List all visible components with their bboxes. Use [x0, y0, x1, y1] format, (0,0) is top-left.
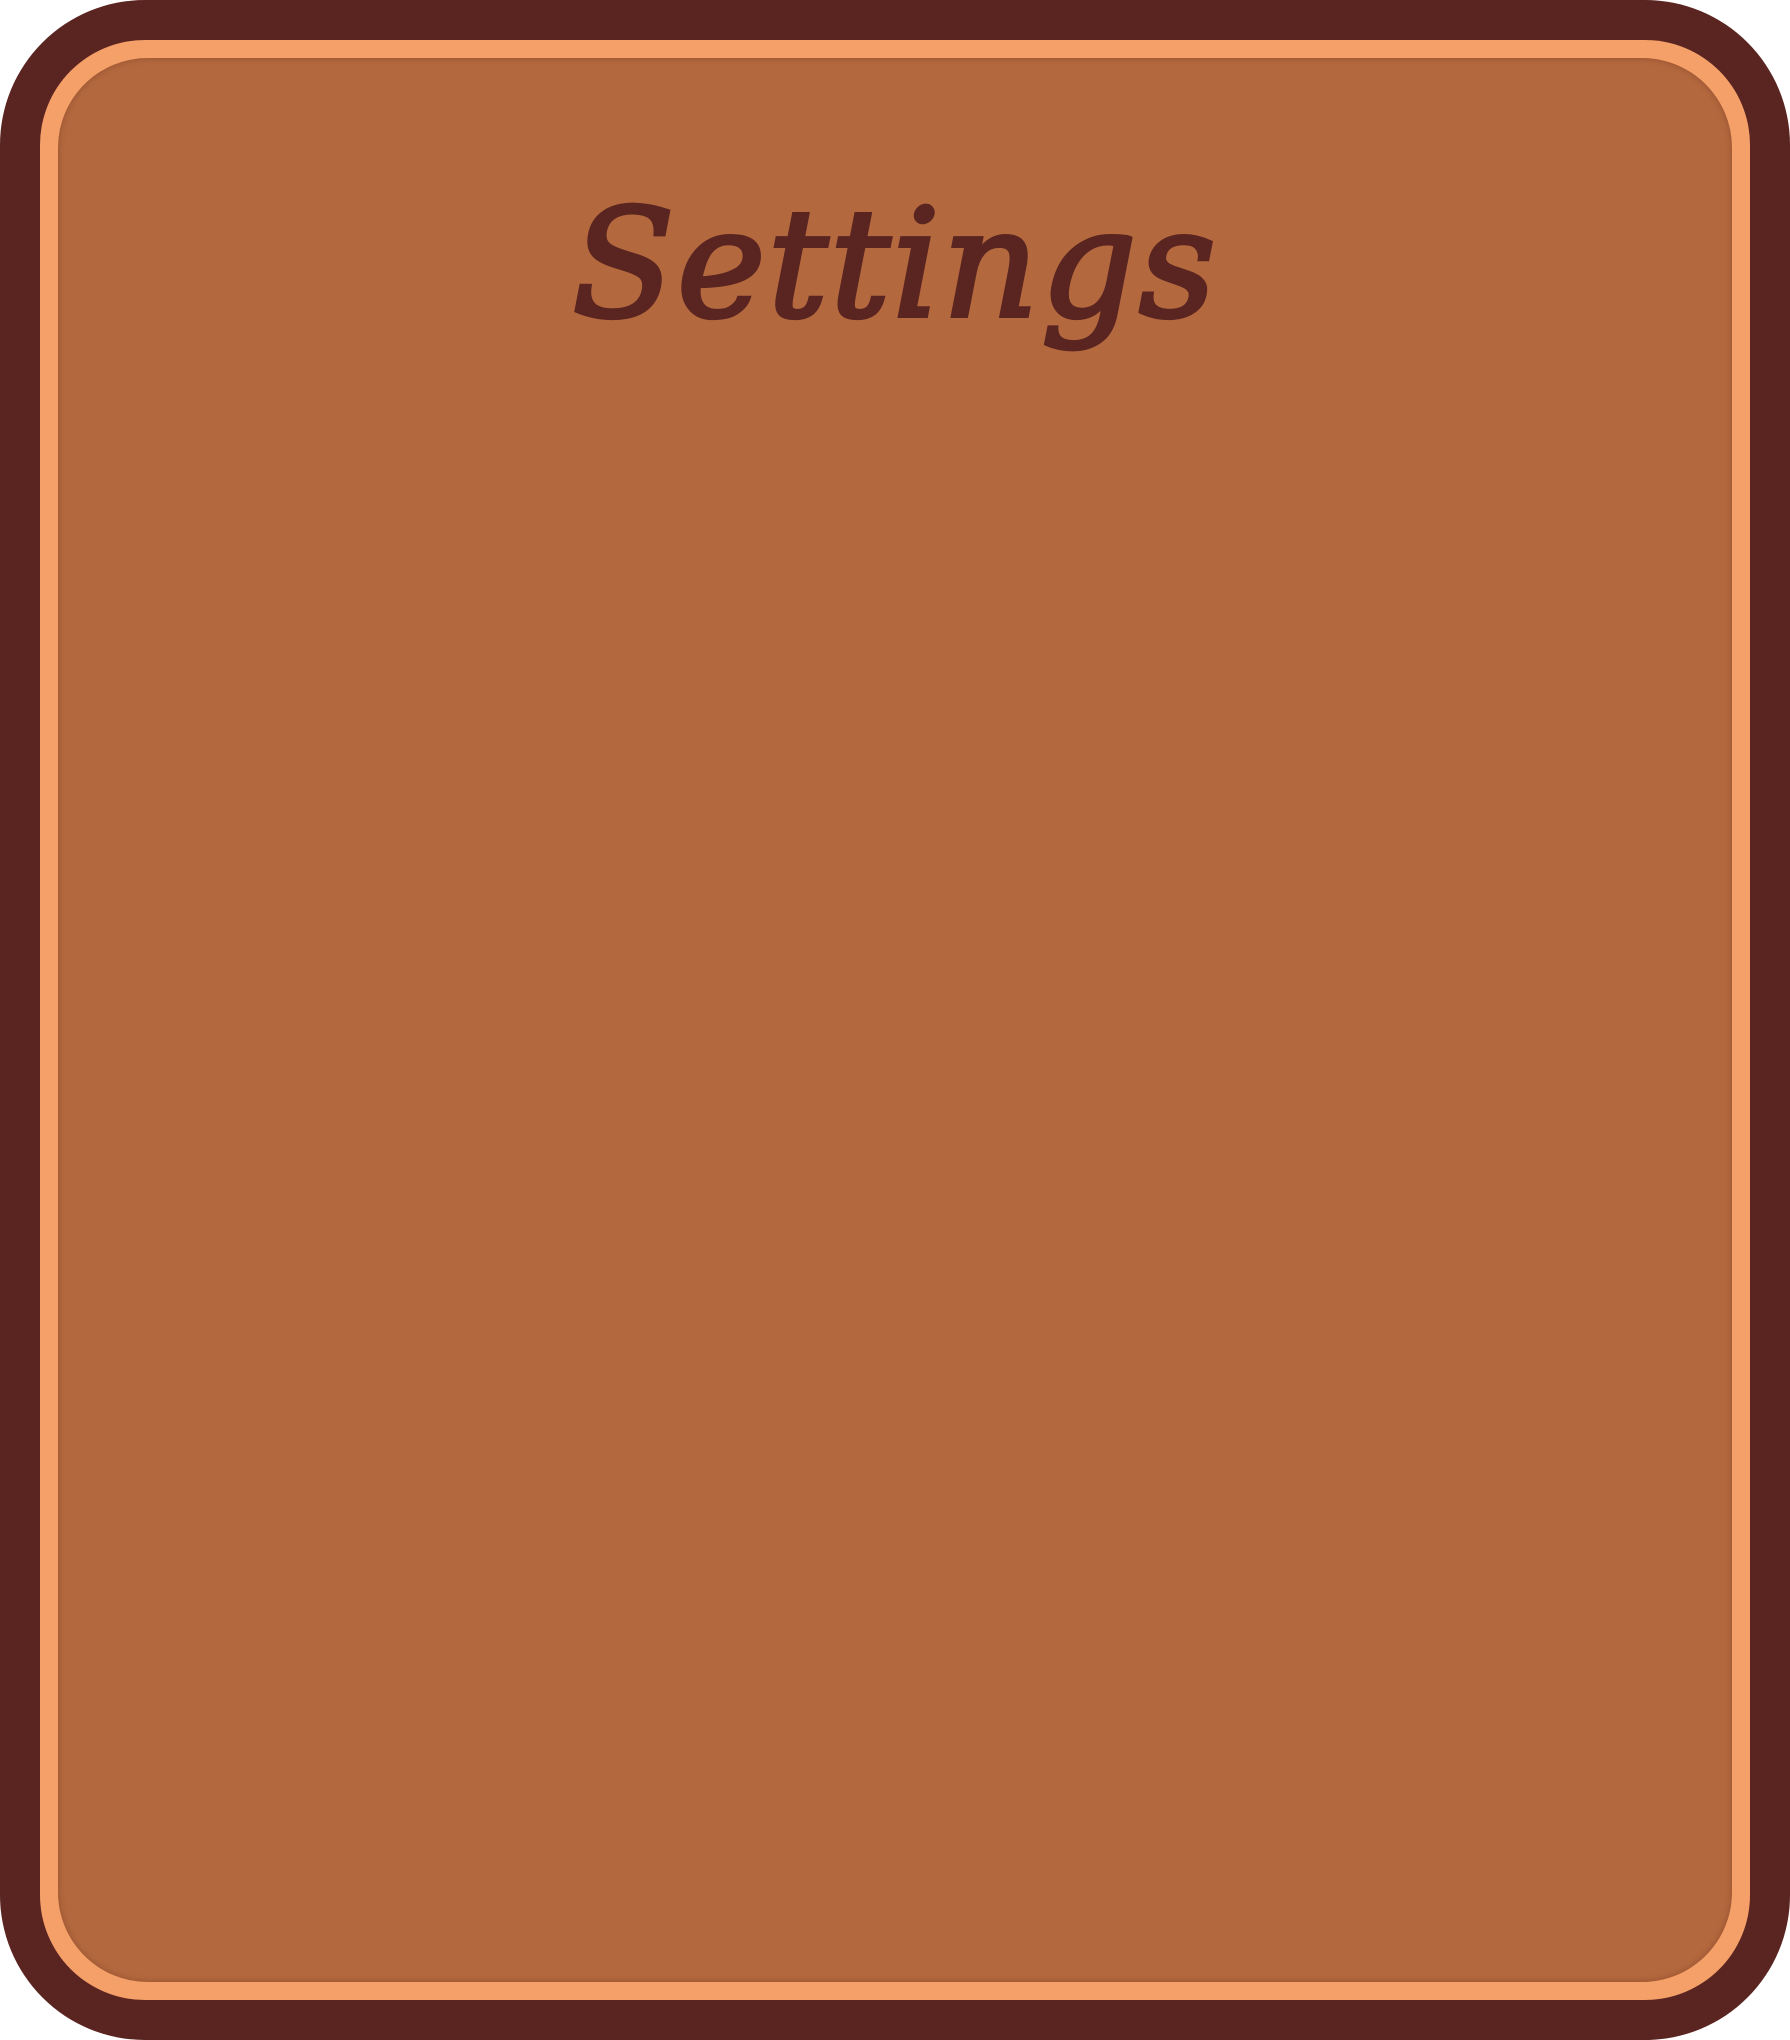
settings-panel-frame: Settings [0, 0, 1790, 2040]
settings-title: Settings [570, 178, 1218, 352]
